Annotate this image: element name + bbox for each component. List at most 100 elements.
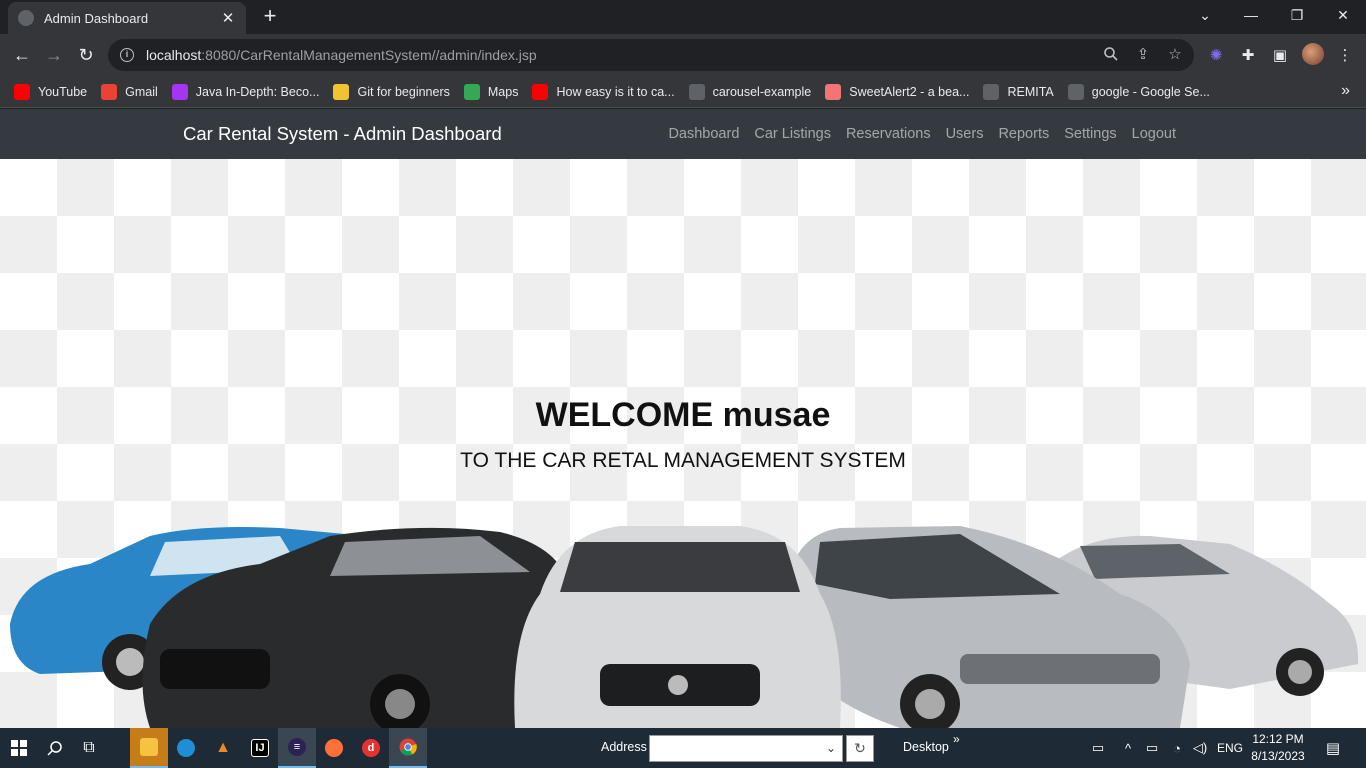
maps-icon [463, 83, 480, 100]
profile-avatar[interactable] [1302, 43, 1324, 65]
new-tab-button[interactable]: + [258, 5, 282, 29]
language-indicator[interactable]: ENG [1216, 728, 1244, 768]
url-text[interactable]: localhost:8080/CarRentalManagementSystem… [146, 47, 537, 63]
nav-link-dashboard[interactable]: Dashboard [668, 126, 739, 142]
notifications-icon[interactable]: ▤ [1320, 728, 1346, 768]
bookmark-item[interactable]: google - Google Se... [1067, 83, 1210, 100]
bookmark-label: Maps [487, 84, 519, 99]
extension-icon[interactable]: ✺ [1205, 44, 1227, 66]
tab-search-icon[interactable]: ⌄ [1182, 0, 1228, 30]
navbar-links: Dashboard Car Listings Reservations Users Re… [653, 126, 1176, 142]
chrome-icon[interactable] [389, 728, 427, 768]
extensions-puzzle-icon[interactable]: ✚ [1237, 44, 1259, 66]
bookmark-item[interactable]: SweetAlert2 - a bea... [825, 83, 970, 100]
nav-link-reports[interactable]: Reports [998, 126, 1049, 142]
side-panel-icon[interactable]: ▣ [1269, 44, 1291, 66]
welcome-heading: WELCOME musae [535, 396, 831, 434]
browser-tab[interactable]: Admin Dashboard ✕ [8, 2, 246, 34]
intellij-icon[interactable]: IJ [241, 728, 279, 768]
site-navbar: Car Rental System - Admin Dashboard Dash… [0, 109, 1366, 159]
bookmark-label: Java In-Depth: Beco... [195, 84, 320, 99]
address-bar[interactable]: i localhost:8080/CarRentalManagementSyst… [108, 39, 1194, 71]
bookmark-item[interactable]: Maps [463, 83, 519, 100]
youtube-icon [14, 83, 30, 100]
chevron-down-icon[interactable]: ⌄ [826, 741, 836, 755]
bookmark-label: Git for beginners [357, 84, 450, 99]
globe-icon [688, 83, 705, 100]
battery-icon[interactable]: ▭ [1142, 728, 1162, 768]
bookmark-item[interactable]: carousel-example [688, 83, 812, 100]
globe-icon [1067, 83, 1084, 100]
bookmark-label: SweetAlert2 - a bea... [849, 84, 970, 99]
gmail-icon [101, 83, 118, 100]
browser-toolbar: ← → ↻ i localhost:8080/CarRentalManageme… [0, 34, 1366, 76]
clock-time: 12:12 PM [1252, 732, 1304, 746]
git-icon [333, 83, 350, 100]
globe-icon [18, 10, 34, 26]
globe-icon [983, 83, 1000, 100]
bookmark-label: google - Google Se... [1091, 84, 1210, 99]
web-page: Car Rental System - Admin Dashboard Dash… [0, 109, 1366, 728]
bookmark-label: Gmail [125, 84, 158, 99]
welcome-subtitle: TO THE CAR RETAL MANAGEMENT SYSTEM [460, 449, 906, 472]
center-silver-car [514, 526, 841, 728]
chevron-up-icon[interactable]: ^ [1118, 728, 1138, 768]
address-toolbar-label: Address [601, 740, 647, 754]
bookmark-item[interactable]: YouTube [14, 83, 88, 100]
search-icon[interactable] [36, 728, 74, 768]
wifi-icon[interactable]: ◔ [1166, 728, 1188, 768]
windows-start-icon[interactable] [0, 728, 38, 768]
forward-button[interactable]: → [41, 42, 67, 68]
site-info-icon[interactable]: i [120, 48, 134, 62]
back-button[interactable]: ← [9, 42, 35, 68]
app-d-icon[interactable]: d [352, 728, 390, 768]
reload-button[interactable]: ↻ [73, 42, 99, 68]
bookmark-item[interactable]: REMITA [983, 83, 1054, 100]
bookmarks-overflow-icon[interactable]: » [1341, 82, 1350, 100]
bookmark-item[interactable]: Gmail [101, 83, 158, 100]
volume-icon[interactable]: ◁) [1190, 728, 1210, 768]
nav-link-car-listings[interactable]: Car Listings [754, 126, 831, 142]
bookmark-star-icon[interactable]: ☆ [1164, 43, 1186, 65]
nav-link-logout[interactable]: Logout [1132, 126, 1176, 142]
browser-tab-strip: Admin Dashboard ✕ + ⌄ — ❐ ✕ [0, 0, 1366, 34]
system-clock[interactable]: 12:12 PM 8/13/2023 [1249, 731, 1307, 765]
bookmark-item[interactable]: Java In-Depth: Beco... [171, 83, 320, 100]
firefox-icon[interactable] [315, 728, 353, 768]
youtube-icon [532, 83, 549, 100]
cars-banner-image [10, 526, 1359, 728]
bookmark-label: How easy is it to ca... [556, 84, 675, 99]
navbar-brand[interactable]: Car Rental System - Admin Dashboard [183, 123, 502, 145]
close-window-button[interactable]: ✕ [1320, 0, 1366, 30]
news-widget-icon[interactable]: ▭ [1086, 728, 1110, 768]
desktop-toolbar-overflow-icon[interactable]: » [953, 732, 960, 746]
nav-link-users[interactable]: Users [946, 126, 984, 142]
bookmark-item[interactable]: Git for beginners [333, 83, 450, 100]
nav-link-reservations[interactable]: Reservations [846, 126, 931, 142]
nav-link-settings[interactable]: Settings [1064, 126, 1116, 142]
udemy-icon [171, 83, 188, 100]
restore-button[interactable]: ❐ [1274, 0, 1320, 30]
bookmark-label: carousel-example [712, 84, 812, 99]
vlc-icon[interactable]: ▲ [204, 728, 242, 768]
tab-title: Admin Dashboard [44, 10, 149, 26]
file-explorer-icon[interactable] [130, 728, 168, 768]
eclipse-icon[interactable]: ≡ [278, 728, 316, 768]
edge-icon[interactable] [167, 728, 205, 768]
bookmark-item[interactable]: How easy is it to ca... [532, 83, 675, 100]
close-tab-icon[interactable]: ✕ [220, 9, 236, 27]
desktop-toolbar-label[interactable]: Desktop [903, 740, 949, 754]
sweetalert-icon [825, 83, 842, 100]
bookmarks-bar: YouTube Gmail Java In-Depth: Beco... Git fo… [0, 76, 1366, 108]
menu-kebab-icon[interactable]: ⋮ [1334, 44, 1356, 66]
task-view-icon[interactable]: ⧉ [70, 728, 108, 768]
address-go-button[interactable]: ↻ [846, 735, 874, 762]
hero-section: WELCOME musae TO THE CAR RETAL MANAGEMEN… [0, 159, 1366, 728]
share-icon[interactable]: ⇪ [1132, 43, 1154, 65]
bookmark-label: YouTube [38, 84, 88, 99]
windows-taskbar: ⧉ ▲ IJ ≡ d Address ⌄ ↻ Desktop » ▭ ^ ▭ ◔… [0, 728, 1366, 768]
clock-date: 8/13/2023 [1251, 749, 1305, 763]
address-toolbar-input[interactable]: ⌄ [649, 735, 843, 762]
minimize-button[interactable]: — [1228, 0, 1274, 30]
zoom-icon[interactable] [1100, 43, 1122, 65]
